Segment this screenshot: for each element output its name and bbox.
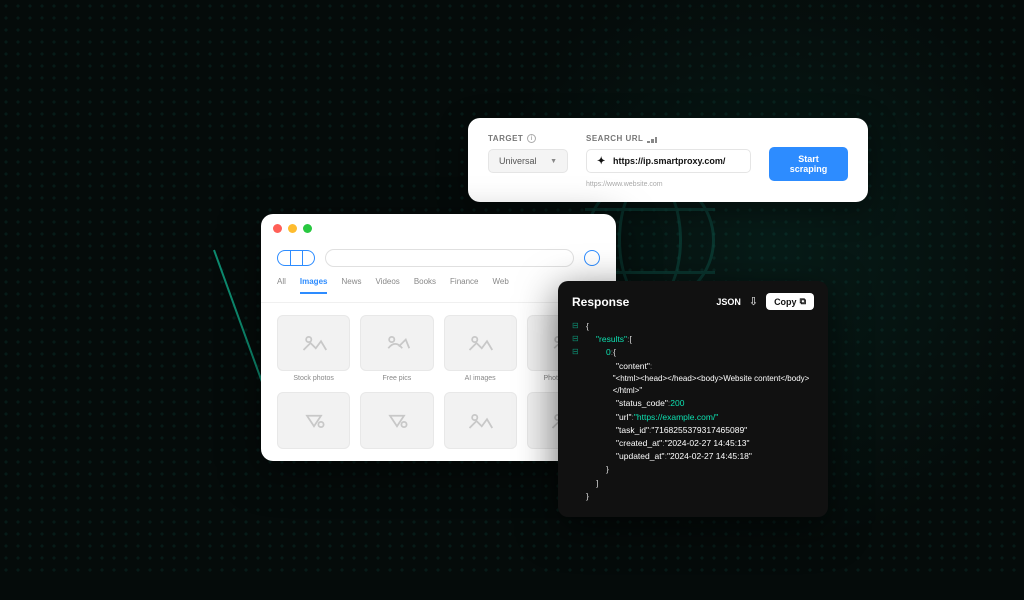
start-scraping-button[interactable]: Start scraping [769, 147, 848, 181]
search-engine-logo [277, 250, 315, 266]
target-label: TARGET i [488, 134, 568, 143]
image-placeholder-icon [360, 392, 433, 448]
tab-books[interactable]: Books [414, 277, 436, 294]
card-label: Stock photos [293, 375, 333, 382]
image-placeholder-icon [444, 392, 517, 448]
search-input[interactable] [325, 249, 574, 267]
maximize-icon[interactable] [303, 224, 312, 233]
result-card[interactable]: Stock photos [277, 315, 350, 382]
target-select[interactable]: Universal ▼ [488, 149, 568, 173]
tab-finance[interactable]: Finance [450, 277, 478, 294]
window-controls [261, 214, 616, 243]
tab-images[interactable]: Images [300, 277, 328, 294]
result-card[interactable]: AI images [444, 315, 517, 382]
url-input[interactable]: https://ip.smartproxy.com/ [586, 149, 751, 173]
tab-news[interactable]: News [341, 277, 361, 294]
target-icon [597, 156, 607, 166]
minimize-icon[interactable] [288, 224, 297, 233]
download-icon[interactable]: ⇩ [749, 295, 758, 308]
image-placeholder-icon [277, 392, 350, 448]
result-card[interactable]: Free pics [360, 315, 433, 382]
image-placeholder-icon [444, 315, 517, 371]
tab-web[interactable]: Web [493, 277, 509, 294]
card-label: AI images [465, 375, 496, 382]
result-card[interactable] [444, 392, 517, 448]
result-card[interactable] [277, 392, 350, 448]
card-label: Free pics [382, 375, 411, 382]
result-card[interactable] [360, 392, 433, 448]
stats-icon [647, 135, 657, 143]
tab-all[interactable]: All [277, 277, 286, 294]
url-helper-text: https://www.website.com [586, 181, 751, 188]
copy-icon: ⧉ [800, 296, 806, 307]
response-panel: Response JSON ⇩ Copy⧉ ⊟{ ⊟"results" : [ … [558, 281, 828, 517]
close-icon[interactable] [273, 224, 282, 233]
tab-videos[interactable]: Videos [375, 277, 399, 294]
copy-button[interactable]: Copy⧉ [766, 293, 814, 310]
response-title: Response [572, 295, 629, 309]
format-label: JSON [716, 297, 741, 307]
search-button[interactable] [584, 250, 600, 266]
image-placeholder-icon [277, 315, 350, 371]
info-icon[interactable]: i [527, 134, 536, 143]
response-code: ⊟{ ⊟"results" : [ ⊟0 : { "content" : "<h… [572, 320, 814, 503]
image-placeholder-icon [360, 315, 433, 371]
scraper-config-panel: TARGET i Universal ▼ SEARCH URL https://… [468, 118, 868, 202]
chevron-down-icon: ▼ [550, 158, 557, 165]
url-label: SEARCH URL [586, 134, 751, 143]
